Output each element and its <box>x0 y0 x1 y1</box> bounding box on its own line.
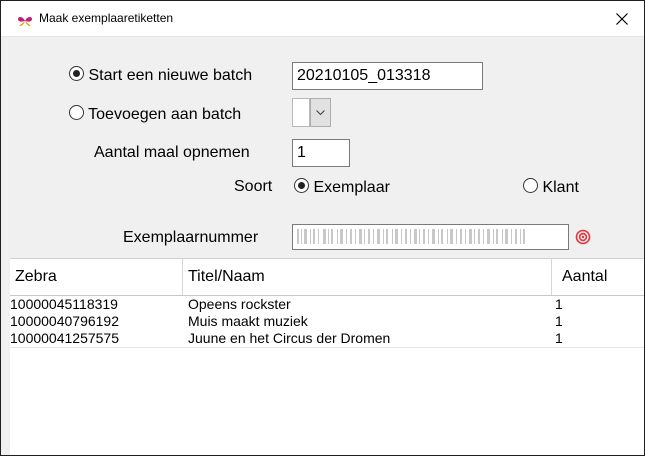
column-header-zebra[interactable]: Zebra <box>10 259 183 295</box>
title-bar: Maak exemplaaretiketten <box>1 1 644 37</box>
cell-zebra: 10000045118319 <box>10 296 118 312</box>
close-button[interactable] <box>600 1 644 36</box>
table-body: 10000045118319 Opeens rockster 1 1000004… <box>10 296 644 348</box>
kind-copy-radio[interactable] <box>294 178 309 193</box>
items-table: Zebra Titel/Naam Aantal 10000045118319 O… <box>10 258 644 455</box>
new-batch-option[interactable]: Start een nieuwe batch <box>69 66 252 85</box>
table-row[interactable]: 10000041257575 Juune en het Circus der D… <box>10 330 644 347</box>
chevron-down-icon <box>316 109 325 115</box>
scan-label: Exemplaarnummer <box>123 229 259 246</box>
add-batch-label: Toevoegen aan batch <box>88 106 242 123</box>
column-header-title[interactable]: Titel/Naam <box>183 259 552 295</box>
barcode-icon <box>297 229 525 244</box>
butterfly-icon <box>17 13 33 26</box>
target-icon[interactable] <box>575 229 591 245</box>
kind-option-copy[interactable]: Exemplaar <box>294 178 390 197</box>
copies-input[interactable]: 1 <box>292 139 350 167</box>
cell-title: Opeens rockster <box>188 296 291 312</box>
kind-customer-radio[interactable] <box>523 178 538 193</box>
add-batch-option[interactable]: Toevoegen aan batch <box>69 105 241 124</box>
kind-copy-label: Exemplaar <box>313 179 390 196</box>
new-batch-label: Start een nieuwe batch <box>88 67 253 84</box>
column-header-count[interactable]: Aantal <box>552 259 644 295</box>
window-title: Maak exemplaaretiketten <box>39 11 174 25</box>
dialog-window: Maak exemplaaretiketten Start een nieuwe… <box>0 0 645 456</box>
kind-option-customer[interactable]: Klant <box>523 178 579 197</box>
cell-count: 1 <box>555 313 563 329</box>
cell-title: Muis maakt muziek <box>188 313 308 329</box>
cell-zebra: 10000041257575 <box>10 330 120 346</box>
copies-label: Aantal maal opnemen <box>94 144 250 161</box>
table-row[interactable]: 10000045118319 Opeens rockster 1 <box>10 296 644 313</box>
cell-title: Juune en het Circus der Dromen <box>188 330 391 346</box>
close-icon <box>616 12 628 25</box>
batch-select-value[interactable] <box>292 98 310 127</box>
add-batch-radio[interactable] <box>69 105 84 120</box>
batch-select[interactable] <box>292 98 331 127</box>
cell-count: 1 <box>555 330 563 346</box>
cell-zebra: 10000040796192 <box>10 313 120 329</box>
batch-select-dropdown-button[interactable] <box>310 98 331 127</box>
batch-name-input[interactable]: 20210105_013318 <box>292 62 483 90</box>
kind-label: Soort <box>234 178 273 195</box>
table-header: Zebra Titel/Naam Aantal <box>10 259 644 296</box>
new-batch-radio[interactable] <box>69 66 84 81</box>
kind-customer-label: Klant <box>542 179 579 196</box>
item-number-input[interactable] <box>292 224 569 250</box>
table-row[interactable]: 10000040796192 Muis maakt muziek 1 <box>10 313 644 330</box>
cell-count: 1 <box>555 296 563 312</box>
